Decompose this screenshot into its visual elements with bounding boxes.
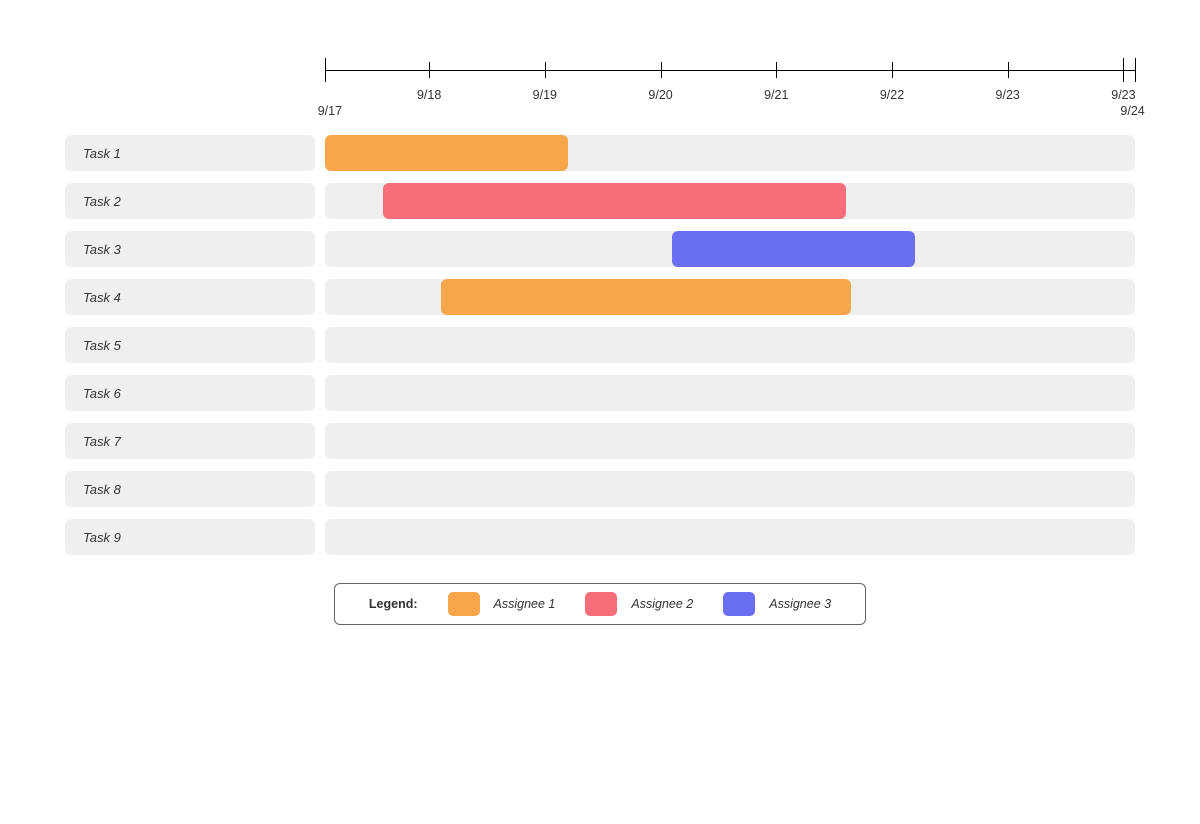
axis-tick-label: 9/20 [648, 88, 672, 102]
axis-tick [545, 62, 546, 78]
task-label: Task 6 [65, 375, 315, 411]
task-lane [325, 135, 1135, 171]
axis-tick-label: 9/23 [996, 88, 1020, 102]
task-label: Task 8 [65, 471, 315, 507]
task-label: Task 7 [65, 423, 315, 459]
task-lane [325, 231, 1135, 267]
axis-tick-label: 9/19 [533, 88, 557, 102]
task-label: Task 3 [65, 231, 315, 267]
task-label: Task 4 [65, 279, 315, 315]
legend-title: Legend: [369, 597, 418, 611]
axis-tick-label: 9/17 [318, 104, 342, 118]
axis-tick [776, 62, 777, 78]
axis-tick [1135, 58, 1136, 82]
task-row: Task 2 [65, 183, 1135, 219]
legend-swatch [723, 592, 755, 616]
legend-swatch [448, 592, 480, 616]
legend: Legend: Assignee 1 Assignee 2 Assignee 3 [334, 583, 866, 625]
timeline-axis: 9/179/189/199/209/219/229/239/239/24 [325, 40, 1135, 135]
task-bar[interactable] [441, 279, 852, 315]
axis-tick [325, 58, 326, 82]
axis-tick [661, 62, 662, 78]
axis-tick-label: 9/23 [1111, 88, 1135, 102]
task-lane [325, 327, 1135, 363]
gantt-chart: 9/17 9/18 9/19 9/20 9/21 9/22 9/23 9/23 9/24 Tas… [0, 0, 1200, 824]
legend-item: Assignee 1 [448, 592, 556, 616]
task-row: Task 9 [65, 519, 1135, 555]
task-lane [325, 423, 1135, 459]
axis-tick [892, 62, 893, 78]
task-label: Task 9 [65, 519, 315, 555]
axis-tick-label: 9/22 [880, 88, 904, 102]
legend-swatch [585, 592, 617, 616]
task-bar[interactable] [383, 183, 846, 219]
legend-item-label: Assignee 1 [494, 597, 556, 611]
task-lane [325, 519, 1135, 555]
task-rows: Task 1 Task 2 Task 3 Task 4 Task 5 Task 6 Task… [65, 135, 1135, 555]
task-lane [325, 471, 1135, 507]
task-row: Task 3 [65, 231, 1135, 267]
task-lane [325, 279, 1135, 315]
task-row: Task 4 [65, 279, 1135, 315]
axis-tick [1008, 62, 1009, 78]
legend-item: Assignee 3 [723, 592, 831, 616]
task-label: Task 2 [65, 183, 315, 219]
task-row: Task 1 [65, 135, 1135, 171]
axis-tick-label: 9/18 [417, 88, 441, 102]
legend-item-label: Assignee 3 [769, 597, 831, 611]
task-row: Task 8 [65, 471, 1135, 507]
axis-tick-label: 9/21 [764, 88, 788, 102]
axis-tick [429, 62, 430, 78]
task-bar[interactable] [672, 231, 915, 267]
task-label: Task 5 [65, 327, 315, 363]
axis-tick [1123, 58, 1124, 82]
legend-item-label: Assignee 2 [631, 597, 693, 611]
task-row: Task 6 [65, 375, 1135, 411]
axis-line [325, 70, 1135, 71]
legend-item: Assignee 2 [585, 592, 693, 616]
task-lane [325, 375, 1135, 411]
axis-tick-label: 9/24 [1120, 104, 1144, 118]
task-bar[interactable] [325, 135, 568, 171]
task-label: Task 1 [65, 135, 315, 171]
task-lane [325, 183, 1135, 219]
task-row: Task 5 [65, 327, 1135, 363]
task-row: Task 7 [65, 423, 1135, 459]
